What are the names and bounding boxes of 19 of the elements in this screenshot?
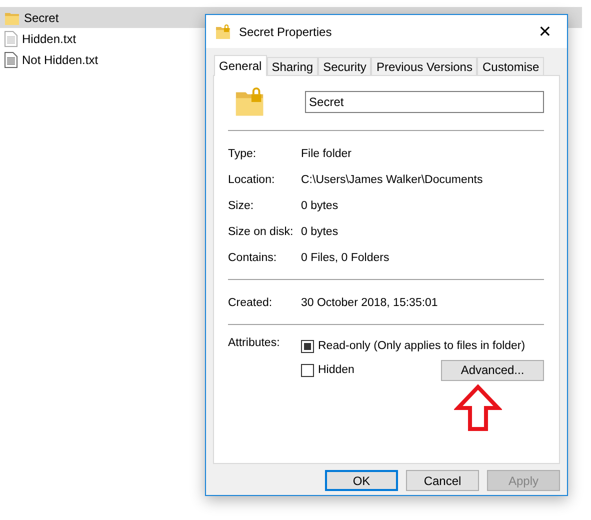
property-value: 0 bytes (301, 200, 338, 212)
file-name: Secret (24, 10, 59, 24)
property-value: C:\Users\James Walker\Documents (301, 174, 483, 186)
property-label: Size: (228, 200, 255, 212)
window-title: Secret Properties (239, 24, 333, 38)
property-value: 0 bytes (301, 226, 338, 238)
property-value: 0 Files, 0 Folders (301, 252, 390, 264)
file-name: Hidden.txt (22, 32, 76, 46)
property-label: Created: (228, 297, 274, 309)
file-name: Not Hidden.txt (22, 52, 98, 66)
property-label: Contains: (228, 252, 278, 264)
property-label: Size on disk: (228, 226, 294, 238)
property-label: Attributes: (228, 337, 281, 349)
property-label: Location: (228, 174, 276, 186)
property-value: File folder (301, 148, 352, 160)
property-label: Type: (228, 148, 258, 160)
checkbox-label: Hidden (318, 364, 354, 376)
checkbox-label: Read-only (Only applies to files in folder) (318, 340, 526, 352)
property-value: 30 October 2018, 15:35:01 (301, 297, 438, 309)
